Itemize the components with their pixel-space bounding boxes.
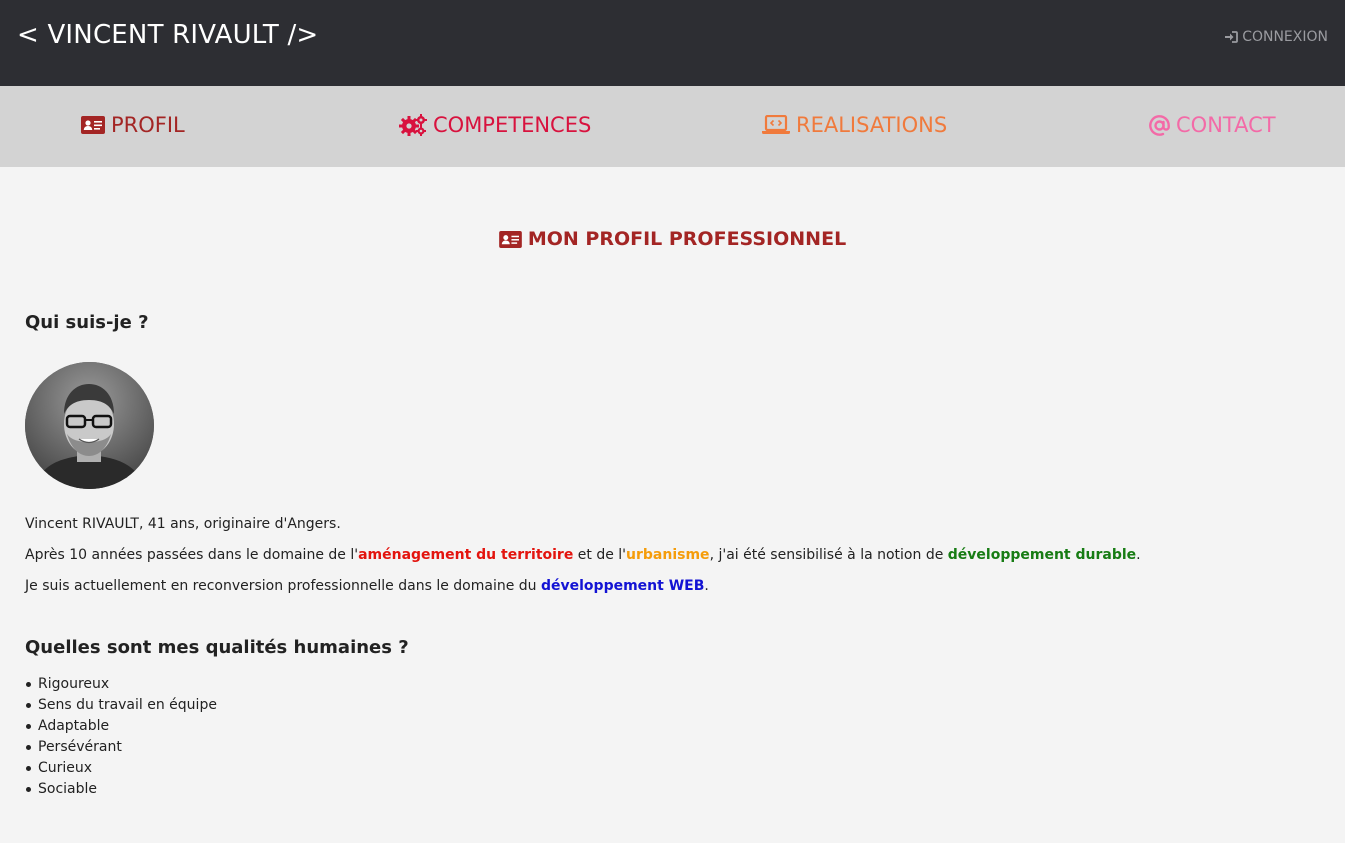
highlight-urbanisme: urbanisme: [626, 547, 710, 563]
highlight-amenagement: aménagement du territoire: [358, 547, 574, 563]
login-link[interactable]: CONNEXION: [1224, 29, 1328, 45]
at-icon: [1149, 114, 1170, 136]
highlight-developpement-web: développement WEB: [541, 578, 705, 594]
top-bar: < VINCENT RIVAULT /> CONNEXION: [0, 0, 1345, 86]
main-nav: PROFIL COMPETENCES REALISATIONS CONTACT: [0, 86, 1345, 167]
list-item: Curieux: [25, 758, 1320, 779]
list-item: Persévérant: [25, 737, 1320, 758]
list-item: Sens du travail en équipe: [25, 695, 1320, 716]
list-item: Sociable: [25, 779, 1320, 800]
bio-line-1: Vincent RIVAULT, 41 ans, originaire d'An…: [25, 516, 341, 532]
site-brand[interactable]: < VINCENT RIVAULT />: [17, 20, 318, 50]
nav-label-realisations: REALISATIONS: [796, 113, 948, 137]
profile-content: MON PROFIL PROFESSIONNEL Qui suis-je ? V…: [0, 228, 1345, 800]
bio: Vincent RIVAULT, 41 ans, originaire d'An…: [25, 514, 1320, 596]
nav-item-contact[interactable]: CONTACT: [1149, 113, 1276, 137]
nav-label-profil: PROFIL: [111, 113, 185, 137]
login-label: CONNEXION: [1242, 29, 1328, 45]
highlight-developpement-durable: développement durable: [947, 547, 1137, 563]
avatar: [25, 362, 154, 489]
nav-item-profil[interactable]: PROFIL: [81, 113, 185, 137]
gears-icon: [399, 114, 427, 136]
id-card-icon: [498, 230, 522, 248]
bio-line-3: Je suis actuellement en reconversion pro…: [25, 578, 709, 594]
bio-line-2: Après 10 années passées dans le domaine …: [25, 547, 1141, 563]
laptop-code-icon: [762, 115, 790, 135]
list-item: Rigoureux: [25, 674, 1320, 695]
qualities-heading: Quelles sont mes qualités humaines ?: [25, 637, 409, 658]
nav-item-realisations[interactable]: REALISATIONS: [762, 113, 947, 137]
nav-label-competences: COMPETENCES: [433, 113, 592, 137]
nav-item-competences[interactable]: COMPETENCES: [399, 113, 591, 137]
section-title: MON PROFIL PROFESSIONNEL: [25, 228, 1320, 250]
list-item: Adaptable: [25, 716, 1320, 737]
id-card-icon: [81, 116, 105, 134]
qualities-list: Rigoureux Sens du travail en équipe Adap…: [25, 674, 1320, 800]
section-title-text: MON PROFIL PROFESSIONNEL: [527, 228, 847, 250]
who-heading: Qui suis-je ?: [25, 312, 149, 333]
nav-label-contact: CONTACT: [1176, 113, 1276, 137]
sign-in-icon: [1224, 31, 1239, 43]
